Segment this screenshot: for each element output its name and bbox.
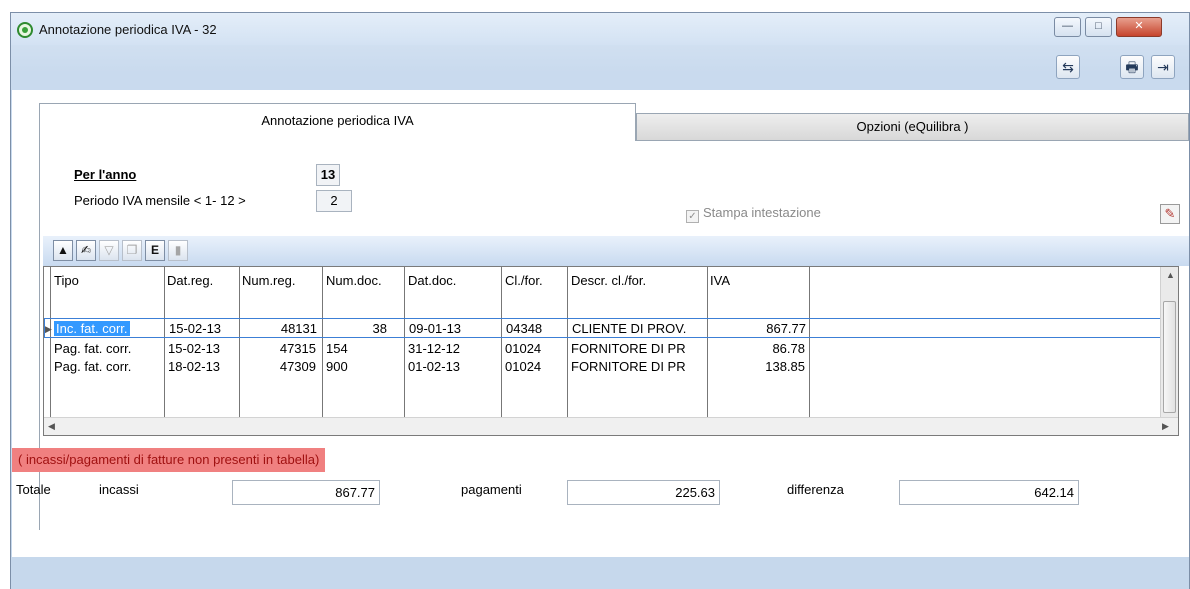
column-header[interactable]: Dat.doc. [408, 273, 456, 288]
cell-numdoc[interactable]: 900 [326, 359, 348, 374]
pagamenti-label: pagamenti [461, 482, 522, 497]
differenza-label: differenza [787, 482, 844, 497]
cell-numreg[interactable]: 48131 [244, 321, 317, 336]
stampa-intestazione-checkbox[interactable]: ✓ Stampa intestazione [686, 205, 821, 223]
export-excel-icon[interactable]: E [145, 240, 165, 261]
column-header[interactable]: Dat.reg. [167, 273, 213, 288]
maximize-button[interactable]: □ [1085, 17, 1112, 37]
pagamenti-total-field[interactable]: 225.63 [567, 480, 720, 505]
cell-clfor[interactable]: 01024 [505, 359, 541, 374]
cell-numreg[interactable]: 47315 [243, 341, 316, 356]
per-anno-field[interactable]: 13 [316, 164, 340, 186]
cell-datdoc[interactable]: 31-12-12 [408, 341, 460, 356]
tab-opzioni[interactable]: Opzioni (eQuilibra ) [636, 113, 1189, 141]
periodo-field[interactable]: 2 [316, 190, 352, 212]
cell-iva[interactable]: 867.77 [711, 321, 806, 336]
scroll-thumb[interactable] [1163, 301, 1176, 413]
minimize-button[interactable]: — [1054, 17, 1081, 37]
table-row[interactable]: ▶ Inc. fat. corr. 15-02-13 48131 38 09-0… [44, 318, 1161, 338]
window-title: Annotazione periodica IVA - 32 [39, 22, 217, 37]
totale-label: Totale [16, 482, 51, 497]
cell-tipo[interactable]: Pag. fat. corr. [54, 341, 131, 356]
column-header[interactable]: Tipo [54, 273, 79, 288]
table-row[interactable]: Pag. fat. corr. 15-02-13 47315 154 31-12… [44, 339, 1161, 359]
tab-annotazione[interactable]: Annotazione periodica IVA [39, 103, 636, 141]
vertical-scrollbar[interactable]: ▲ [1160, 267, 1178, 419]
collapse-up-icon[interactable]: ▲ [53, 240, 73, 261]
app-logo-icon [17, 22, 33, 38]
edit-list-icon[interactable]: ✍ [76, 240, 96, 261]
cell-tipo[interactable]: Pag. fat. corr. [54, 359, 131, 374]
cell-iva[interactable]: 138.85 [710, 359, 805, 374]
scroll-left-icon[interactable]: ◀ [48, 421, 55, 432]
differenza-total-field[interactable]: 642.14 [899, 480, 1079, 505]
per-anno-label: Per l'anno [74, 167, 137, 182]
scroll-right-icon[interactable]: ▶ [1162, 421, 1169, 432]
cell-numreg[interactable]: 47309 [243, 359, 316, 374]
checkbox-check-icon[interactable]: ✓ [686, 210, 699, 223]
refresh-arrows-icon[interactable]: ⇆ [1056, 55, 1080, 79]
copy-icon: ❐ [122, 240, 142, 261]
cell-datreg[interactable]: 15-02-13 [169, 321, 221, 336]
cell-descr[interactable]: CLIENTE DI PROV. [572, 321, 706, 336]
column-header[interactable]: Num.doc. [326, 273, 382, 288]
column-header[interactable]: Num.reg. [242, 273, 295, 288]
close-button[interactable]: ✕ [1116, 17, 1162, 37]
exit-door-icon[interactable]: ⇥ [1151, 55, 1175, 79]
lock-icon: ▮ [168, 240, 188, 261]
current-row-indicator-icon: ▶ [45, 324, 52, 334]
tab-bar: Annotazione periodica IVA Opzioni (eQuil… [39, 103, 1189, 141]
cell-datreg[interactable]: 18-02-13 [168, 359, 220, 374]
cell-datreg[interactable]: 15-02-13 [168, 341, 220, 356]
cell-numdoc[interactable]: 154 [326, 341, 348, 356]
grid-table: Tipo Dat.reg. Num.reg. Num.doc. Dat.doc.… [43, 266, 1179, 436]
warning-note: ( incassi/pagamenti di fatture non prese… [12, 448, 326, 472]
content-area: Annotazione periodica IVA Opzioni (eQuil… [12, 90, 1189, 557]
cell-datdoc[interactable]: 01-02-13 [408, 359, 460, 374]
column-header[interactable]: Cl./for. [505, 273, 543, 288]
cell-datdoc[interactable]: 09-01-13 [409, 321, 461, 336]
cell-descr[interactable]: FORNITORE DI PR [571, 341, 705, 356]
column-header[interactable]: IVA [710, 273, 730, 288]
cell-clfor[interactable]: 01024 [505, 341, 541, 356]
title-bar: Annotazione periodica IVA - 32 — □ ✕ [11, 13, 1189, 45]
column-header[interactable]: Descr. cl./for. [571, 273, 646, 288]
cell-descr[interactable]: FORNITORE DI PR [571, 359, 705, 374]
cell-numdoc[interactable]: 38 [327, 321, 387, 336]
incassi-label: incassi [99, 482, 139, 497]
cell-clfor[interactable]: 04348 [506, 321, 542, 336]
stampa-intestazione-label: Stampa intestazione [703, 205, 821, 220]
incassi-total-field[interactable]: 867.77 [232, 480, 380, 505]
cell-iva[interactable]: 86.78 [710, 341, 805, 356]
periodo-label: Periodo IVA mensile < 1- 12 > [74, 193, 246, 208]
horizontal-scrollbar[interactable]: ◀ ▶ [44, 417, 1178, 435]
scroll-up-icon[interactable]: ▲ [1166, 270, 1175, 280]
table-row[interactable]: Pag. fat. corr. 18-02-13 47309 900 01-02… [44, 357, 1161, 377]
printer-icon[interactable]: 🖶 [1120, 55, 1144, 79]
pen-edit-icon[interactable]: ✎ [1160, 204, 1180, 224]
main-window: Annotazione periodica IVA - 32 — □ ✕ ⇆ 🖶… [10, 12, 1190, 589]
cell-tipo[interactable]: Inc. fat. corr. [54, 321, 130, 336]
grid-toolbar: ▲ ✍ ▽ ❐ E ▮ [43, 236, 1189, 266]
filter-icon: ▽ [99, 240, 119, 261]
